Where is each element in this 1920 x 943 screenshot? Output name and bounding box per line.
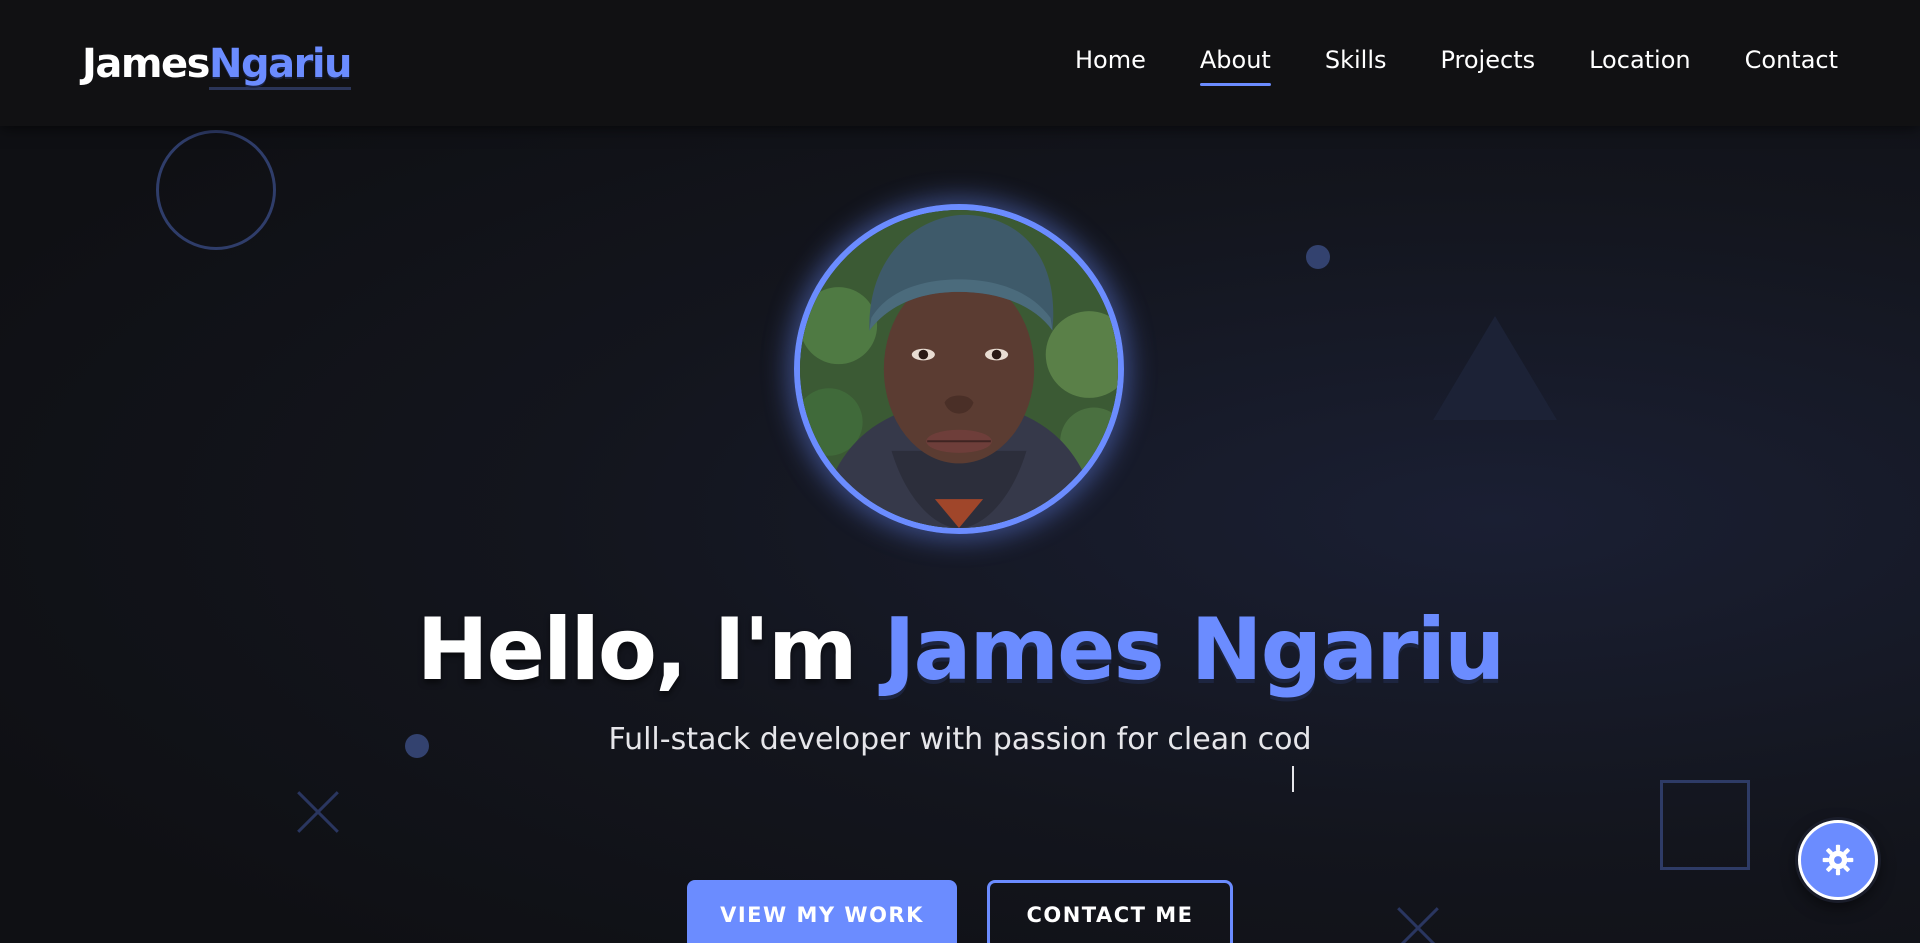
nav-link-location[interactable]: Location: [1589, 44, 1691, 76]
decorative-cross: [290, 784, 346, 840]
profile-photo-illustration: [800, 210, 1118, 528]
page: JamesNgariu Home About Skills Projects L…: [0, 0, 1920, 943]
hero-heading: Hello, I'm James Ngariu: [0, 590, 1920, 710]
gear-icon: [1822, 844, 1854, 876]
logo-first-name: James: [82, 41, 211, 87]
hero-greeting: Hello, I'm: [416, 600, 884, 700]
profile-avatar: [794, 204, 1124, 534]
nav-link-skills[interactable]: Skills: [1325, 44, 1387, 76]
logo-last-name: Ngariu: [209, 41, 353, 90]
navbar: JamesNgariu Home About Skills Projects L…: [0, 0, 1920, 126]
settings-button[interactable]: [1798, 820, 1878, 900]
decorative-triangle: [1433, 316, 1557, 420]
site-logo[interactable]: JamesNgariu: [82, 36, 353, 92]
decorative-circle-outline: [156, 130, 276, 250]
decorative-square-outline: [1660, 780, 1750, 870]
nav-link-about[interactable]: About: [1199, 44, 1271, 86]
decorative-cross: [1390, 900, 1446, 943]
decorative-dot: [1306, 245, 1330, 269]
hero-name: James Ngariu: [883, 600, 1506, 700]
typing-cursor: [1292, 766, 1294, 792]
hero-subtitle: Full-stack developer with passion for cl…: [608, 722, 1312, 757]
contact-me-button[interactable]: CONTACT ME: [987, 880, 1233, 943]
view-my-work-button[interactable]: VIEW MY WORK: [687, 880, 957, 943]
nav-link-contact[interactable]: Contact: [1745, 44, 1838, 76]
nav-link-projects[interactable]: Projects: [1440, 44, 1535, 76]
nav-link-home[interactable]: Home: [1075, 44, 1146, 76]
main-nav: Home About Skills Projects Location Cont…: [1075, 44, 1838, 86]
